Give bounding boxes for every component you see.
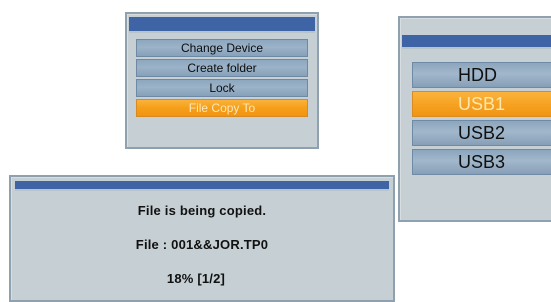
copy-progress-dialog: File is being copied. File : 001&&JOR.TP… <box>9 175 395 302</box>
device-item-hdd[interactable]: HDD <box>412 62 551 88</box>
menu-item-lock[interactable]: Lock <box>136 79 308 97</box>
options-menu-list: Change Device Create folder Lock File Co… <box>136 39 308 119</box>
device-select-panel: HDD USB1 USB2 USB3 <box>398 16 551 222</box>
device-item-usb2[interactable]: USB2 <box>412 120 551 146</box>
copy-file-name: File : 001&&JOR.TP0 <box>135 237 269 252</box>
device-list: HDD USB1 USB2 USB3 <box>412 62 551 178</box>
copy-progress-text: 18% [1/2] <box>166 271 226 286</box>
copy-status-message: File is being copied. <box>137 203 267 218</box>
menu-item-file-copy-to[interactable]: File Copy To <box>136 99 308 117</box>
menu-item-change-device[interactable]: Change Device <box>136 39 308 57</box>
device-item-usb1[interactable]: USB1 <box>412 91 551 117</box>
menu-titlebar <box>129 17 315 33</box>
menu-item-create-folder[interactable]: Create folder <box>136 59 308 77</box>
device-item-usb3[interactable]: USB3 <box>412 149 551 175</box>
device-titlebar <box>402 35 551 49</box>
options-menu-panel: Change Device Create folder Lock File Co… <box>125 12 319 149</box>
dialog-titlebar <box>15 181 389 191</box>
